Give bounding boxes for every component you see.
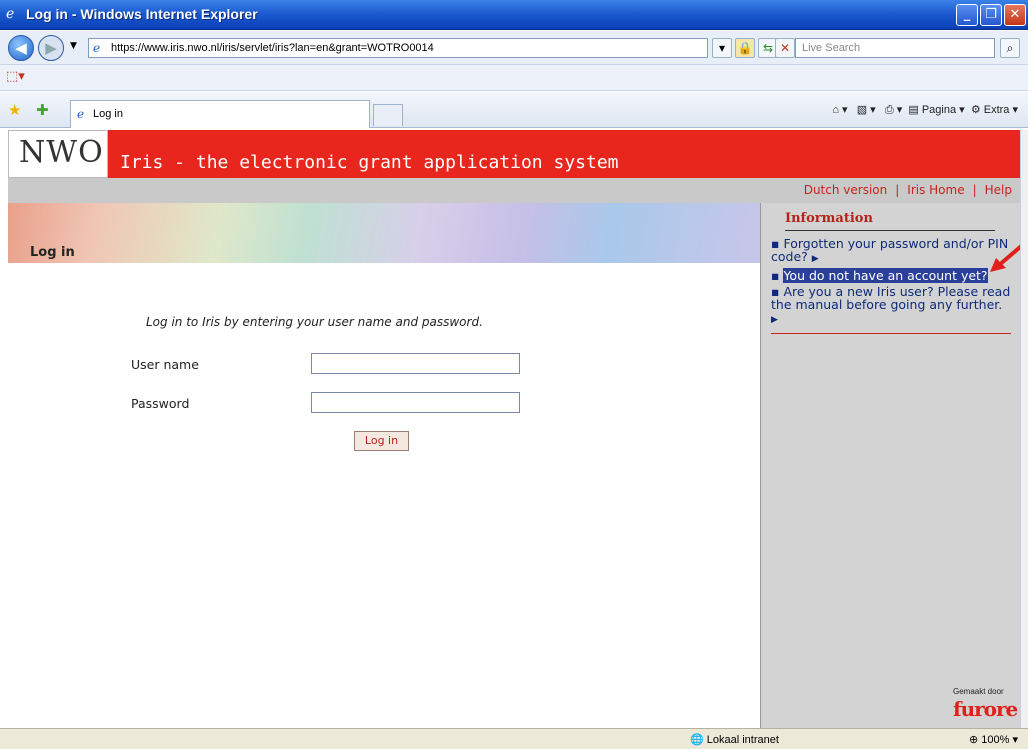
- lock-icon[interactable]: 🔒: [735, 38, 755, 58]
- add-favorite-icon[interactable]: ✚: [36, 101, 49, 119]
- address-bar[interactable]: ℯ https://www.iris.nwo.nl/iris/servlet/i…: [88, 38, 708, 58]
- tab-log-in[interactable]: ℯ Log in: [70, 100, 370, 128]
- top-links: Dutch version | Iris Home | Help: [803, 183, 1012, 197]
- new-tab-button[interactable]: [373, 104, 403, 126]
- back-button[interactable]: ◀: [8, 35, 34, 61]
- history-dropdown-icon[interactable]: ▼: [70, 41, 77, 51]
- feeds-icon[interactable]: ▧ ▾: [857, 104, 876, 116]
- address-dropdown-icon[interactable]: ▾: [712, 38, 732, 58]
- vertical-scrollbar[interactable]: [1020, 130, 1028, 728]
- new-user-manual-link[interactable]: ▪ Are you a new Iris user? Please read t…: [771, 285, 1011, 327]
- password-label: Password: [131, 396, 190, 411]
- security-zone: 🌐 Lokaal intranet: [690, 734, 779, 746]
- favorites-star-icon[interactable]: ★: [8, 101, 21, 119]
- minimize-button[interactable]: _: [956, 4, 978, 26]
- page-icon: ℯ: [93, 41, 101, 55]
- app-title: Iris - the electronic grant application …: [120, 152, 619, 173]
- window-title-bar: ℯ Log in - Windows Internet Explorer _ ❐…: [0, 0, 1028, 30]
- zoom-level[interactable]: ⊕ 100% ▾: [969, 733, 1018, 746]
- login-button[interactable]: Log in: [354, 431, 409, 451]
- close-button[interactable]: ✕: [1004, 4, 1026, 26]
- add-on-toolbar: ⬚▾: [0, 65, 1028, 91]
- login-intro-text: Log in to Iris by entering your user nam…: [146, 315, 483, 329]
- username-input[interactable]: [311, 353, 520, 374]
- window-title: Log in - Windows Internet Explorer: [26, 6, 258, 22]
- credit-text: Gemaakt door: [953, 687, 1004, 696]
- tab-label: Log in: [93, 108, 123, 120]
- maximize-button[interactable]: ❐: [980, 4, 1002, 26]
- search-icon[interactable]: ⌕: [1000, 38, 1020, 58]
- search-input[interactable]: Live Search: [795, 38, 995, 58]
- furore-logo[interactable]: furore: [953, 697, 1018, 721]
- information-heading: Information: [785, 211, 995, 231]
- information-list: ▪ Forgotten your password and/or PIN cod…: [771, 237, 1011, 330]
- extra-menu-label: Extra: [983, 104, 1010, 116]
- tab-bar: ★ ✚ ℯ Log in ⌂ ▾ ▧ ▾ ⎙ ▾ ▤ Pagina ▾ ⚙ Ex…: [0, 92, 1028, 128]
- no-account-link[interactable]: ▪ You do not have an account yet?: [771, 268, 1011, 283]
- heading-banner: Log in: [8, 203, 760, 263]
- no-account-text: You do not have an account yet?: [783, 268, 988, 283]
- username-label: User name: [131, 357, 199, 372]
- status-bar: 🌐 Lokaal intranet ⊕ 100% ▾: [0, 728, 1028, 749]
- command-bar: ⌂ ▾ ▧ ▾ ⎙ ▾ ▤ Pagina ▾ ⚙ Extra ▾: [832, 103, 1018, 117]
- iris-home-link[interactable]: Iris Home: [907, 183, 964, 197]
- page-menu-label: Pagina: [921, 104, 957, 116]
- password-input[interactable]: [311, 392, 520, 413]
- stop-icon[interactable]: ✕: [775, 38, 795, 58]
- forgotten-password-link[interactable]: ▪ Forgotten your password and/or PIN cod…: [771, 237, 1011, 266]
- home-icon[interactable]: ⌂ ▾: [832, 104, 847, 116]
- web-page: NWO Iris - the electronic grant applicat…: [8, 130, 1020, 728]
- new-user-manual-text: Are you a new Iris user? Please read the…: [771, 284, 1011, 312]
- tab-page-icon: ℯ: [77, 107, 85, 121]
- ie-icon: ℯ: [6, 6, 15, 22]
- pdf-addon-icon[interactable]: ⬚▾: [6, 69, 25, 84]
- page-heading: Log in: [30, 245, 75, 260]
- information-sidebar: Information ▪ Forgotten your password an…: [760, 203, 1020, 728]
- forgotten-password-text: Forgotten your password and/or PIN code?: [771, 236, 1009, 264]
- security-zone-label: Lokaal intranet: [706, 734, 779, 746]
- dutch-version-link[interactable]: Dutch version: [804, 183, 888, 197]
- nwo-logo[interactable]: NWO: [8, 130, 108, 178]
- arrow-right-icon: ▶: [811, 254, 819, 264]
- extra-menu[interactable]: ⚙ Extra ▾: [971, 104, 1018, 116]
- sidebar-divider: [771, 333, 1011, 334]
- forward-button[interactable]: ▶: [38, 35, 64, 61]
- address-text: https://www.iris.nwo.nl/iris/servlet/iri…: [111, 42, 434, 54]
- address-toolbar: ◀ ▶ ▼ ℯ https://www.iris.nwo.nl/iris/ser…: [0, 31, 1028, 65]
- help-link[interactable]: Help: [985, 183, 1012, 197]
- print-icon[interactable]: ⎙ ▾: [885, 104, 902, 116]
- arrow-right-icon: ▶: [771, 315, 778, 325]
- page-menu[interactable]: ▤ Pagina ▾: [908, 104, 964, 116]
- zoom-level-label: 100%: [981, 734, 1010, 746]
